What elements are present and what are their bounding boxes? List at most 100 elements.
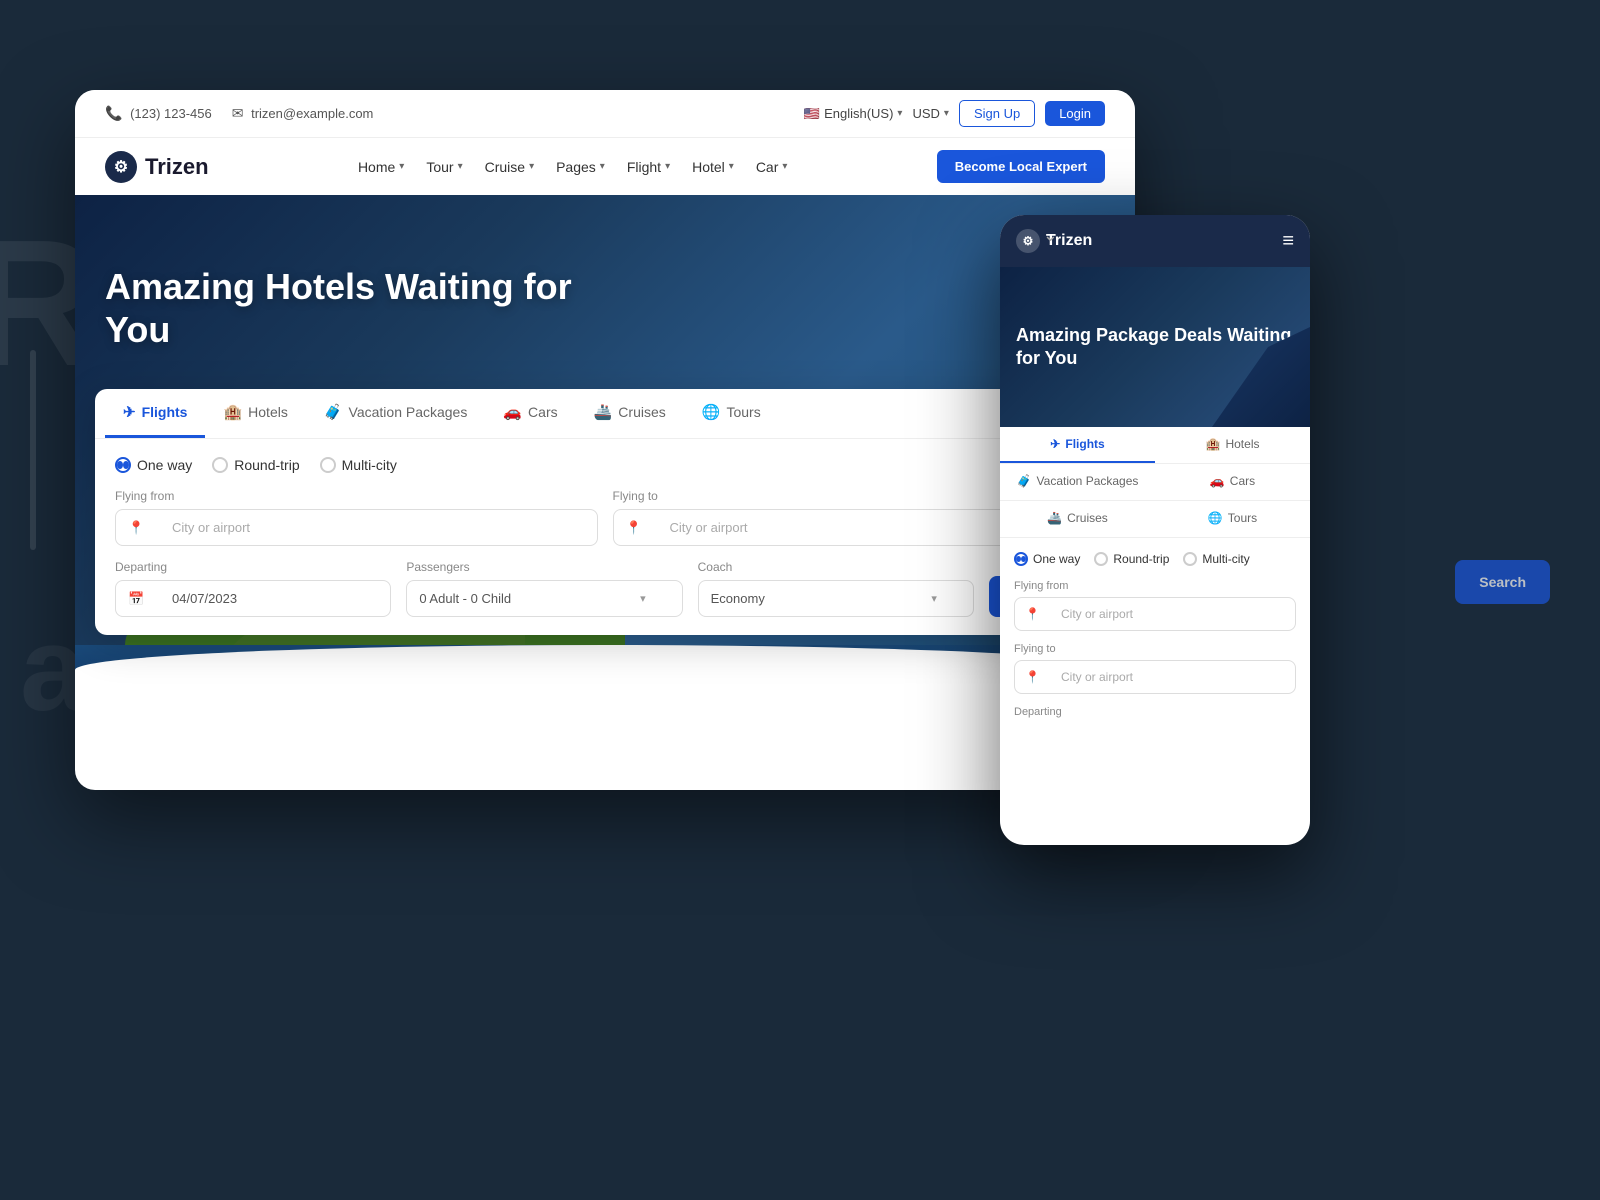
signup-button[interactable]: Sign Up [959,100,1035,127]
nav-pages[interactable]: Pages▾ [556,159,605,175]
multi-city-dot [320,457,336,473]
mobile-cruises-label: Cruises [1067,511,1108,525]
mobile-radio-multi-city[interactable]: Multi-city [1183,552,1249,566]
tours-tab-label: Tours [726,404,760,420]
mobile-flying-to-label: Flying to [1014,643,1296,655]
radio-one-way[interactable]: One way [115,457,192,473]
cruises-tab-label: Cruises [618,404,665,420]
mobile-tab-vacation[interactable]: 🧳 Vacation Packages [1000,464,1155,500]
from-location-icon: 📍 [128,520,144,536]
nav-hotel-label: Hotel [692,159,725,175]
flights-tab-label: Flights [142,404,188,420]
departing-value: 04/07/2023 [172,591,237,606]
login-button[interactable]: Login [1045,101,1105,126]
radio-round-trip[interactable]: Round-trip [212,457,299,473]
search-tabs: ✈ Flights 🏨 Hotels 🧳 Vacation Packages 🚗… [95,389,1115,439]
nav-tour[interactable]: Tour▾ [426,159,462,175]
vacation-tab-icon: 🧳 [324,403,343,421]
mobile-radio-one-way[interactable]: One way [1014,552,1080,566]
multi-city-label: Multi-city [342,457,397,473]
tours-tab-icon: 🌐 [702,403,721,421]
flying-from-label: Flying from [115,489,598,503]
mobile-hotels-icon: 🏨 [1206,437,1221,451]
radio-multi-city[interactable]: Multi-city [320,457,397,473]
nav-pages-label: Pages [556,159,596,175]
nav-car[interactable]: Car▾ [756,159,788,175]
lang-chevron: ▾ [897,108,902,119]
round-trip-label: Round-trip [234,457,299,473]
mobile-tab-cruises[interactable]: 🚢 Cruises [1000,501,1155,537]
mobile-tab-cars[interactable]: 🚗 Cars [1155,464,1310,500]
round-trip-dot [212,457,228,473]
mobile-tab-hotels[interactable]: 🏨 Hotels [1155,427,1310,463]
hero-section: Amazing Hotels Waiting for You ✈ Flights… [75,195,1135,725]
hotel-chevron: ▾ [729,161,734,172]
cruise-chevron: ▾ [529,161,534,172]
car-chevron: ▾ [782,161,787,172]
mobile-radio-round-trip[interactable]: Round-trip [1094,552,1169,566]
mobile-search-form: One way Round-trip Multi-city Flying fro… [1000,538,1310,732]
flight-chevron: ▾ [665,161,670,172]
nav-hotel[interactable]: Hotel ▾ [692,159,734,175]
departing-input[interactable]: 📅 04/07/2023 [115,580,391,617]
tab-tours[interactable]: 🌐 Tours [684,389,779,438]
tab-vacation[interactable]: 🧳 Vacation Packages [306,389,486,438]
search-row-2: Departing 📅 04/07/2023 Passengers 0 Adul… [115,560,1095,617]
hero-title: Amazing Hotels Waiting for You [105,265,605,351]
mobile-flights-icon: ✈ [1050,437,1060,451]
mobile-flying-from-label: Flying from [1014,580,1296,592]
coach-group: Coach Economy ▾ [698,560,974,617]
tab-flights[interactable]: ✈ Flights [105,389,205,438]
tab-cruises[interactable]: 🚢 Cruises [576,389,684,438]
flying-to-placeholder: City or airport [670,520,748,535]
hotels-tab-label: Hotels [248,404,288,420]
logo[interactable]: ⚙ Trizen [105,151,209,183]
mobile-cruises-icon: 🚢 [1047,511,1062,525]
mobile-logo-icon: ⚙ [1016,229,1040,253]
mobile-flying-to-input[interactable]: 📍 City or airport [1014,660,1296,694]
nav-links: Home▾ Tour▾ Cruise▾ Pages▾ Flight▾ Hotel… [358,159,787,175]
mobile-flying-from-input[interactable]: 📍 City or airport [1014,597,1296,631]
tab-cars[interactable]: 🚗 Cars [485,389,575,438]
mobile-tab-flights[interactable]: ✈ Flights [1000,427,1155,463]
coach-arrow: ▾ [931,592,937,605]
calendar-icon: 📅 [128,591,144,607]
logo-icon: ⚙ [105,151,137,183]
one-way-label: One way [137,457,192,473]
nav-flight-label: Flight [627,159,661,175]
mobile-tab-tours[interactable]: 🌐 Tours [1155,501,1310,537]
expert-button[interactable]: Become Local Expert [937,150,1105,183]
email-icon: ✉ [232,105,244,121]
hamburger-menu[interactable]: ≡ [1282,230,1294,253]
desktop-mockup: 📞 (123) 123-456 ✉ trizen@example.com 🇺🇸 … [75,90,1135,790]
passengers-value: 0 Adult - 0 Child [419,591,511,606]
mobile-dropdown-chevron: ⌄ [1043,225,1058,246]
mobile-trip-type: One way Round-trip Multi-city [1014,552,1296,566]
flights-tab-icon: ✈ [123,403,136,421]
nav-home-label: Home [358,159,395,175]
coach-select[interactable]: Economy ▾ [698,580,974,617]
top-bar-left: 📞 (123) 123-456 ✉ trizen@example.com [105,105,373,122]
mobile-multi-city-label: Multi-city [1202,552,1249,566]
passengers-arrow: ▾ [640,592,646,605]
right-search-btn: Search [1455,560,1550,604]
top-bar-right: 🇺🇸 English(US) ▾ USD ▾ Sign Up Login [804,100,1105,127]
phone-icon: 📞 [105,105,122,121]
to-location-icon: 📍 [626,520,642,536]
tab-hotels[interactable]: 🏨 Hotels [205,389,305,438]
nav-home[interactable]: Home▾ [358,159,404,175]
flying-from-input[interactable]: 📍 City or airport [115,509,598,546]
phone-info: 📞 (123) 123-456 [105,105,212,122]
mobile-vacation-icon: 🧳 [1017,474,1032,488]
currency-selector[interactable]: USD ▾ [912,106,948,121]
nav-flight[interactable]: Flight ▾ [627,159,670,175]
passengers-select[interactable]: 0 Adult - 0 Child ▾ [406,580,682,617]
mobile-from-icon: 📍 [1025,607,1040,621]
flag-icon: 🇺🇸 [804,106,820,122]
nav-cruise-label: Cruise [485,159,525,175]
coach-value: Economy [711,591,765,606]
nav-cruise[interactable]: Cruise ▾ [485,159,535,175]
nav-car-label: Car [756,159,779,175]
hotels-tab-icon: 🏨 [223,403,242,421]
language-selector[interactable]: 🇺🇸 English(US) ▾ [804,106,903,122]
